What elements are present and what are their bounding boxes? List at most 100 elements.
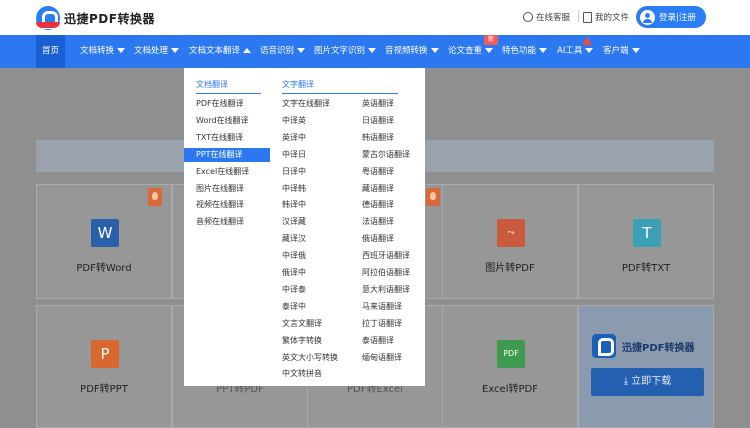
chevron-down-icon xyxy=(368,48,377,53)
new-badge: 新 xyxy=(484,35,498,45)
header-divider xyxy=(578,10,579,22)
dropdown-menu-item[interactable]: 粤语翻译 xyxy=(350,165,425,179)
file-icon xyxy=(583,11,592,23)
nav-speech-label: 语音识别 xyxy=(260,46,295,56)
nav-av-convert[interactable]: 音视频转换 xyxy=(385,35,439,68)
dropdown-menu-item[interactable]: 蒙古尔语翻译 xyxy=(350,148,425,162)
tool-card-pdf-to-txt[interactable]: T PDF转TXT xyxy=(578,184,714,299)
dropdown-menu-item[interactable]: 韩语翻译 xyxy=(350,131,425,145)
heading-underline xyxy=(196,93,261,94)
top-header: 迅捷PDF转换器 在线客服 我的文件 登录|注册 xyxy=(0,0,750,35)
dropdown-menu-item[interactable]: 中译韩 xyxy=(270,182,350,196)
dropdown-menu-item[interactable]: 俄译中 xyxy=(270,266,350,280)
download-promo: 迅捷PDF转换器 ⤓ 立即下载 xyxy=(578,305,714,428)
user-avatar-icon xyxy=(640,9,655,25)
tool-card-image-to-pdf[interactable]: ⤳ 图片转PDF xyxy=(442,184,578,299)
nav-features-label: 特色功能 xyxy=(502,46,537,56)
login-register-button[interactable]: 登录|注册 xyxy=(636,6,706,28)
nav-image-ocr-label: 图片文字识别 xyxy=(314,46,366,56)
dropdown-menu-item[interactable]: 中译泰 xyxy=(270,283,350,297)
nav-home[interactable]: 首页 xyxy=(36,35,66,68)
dropdown-menu-item[interactable]: TXT在线翻译 xyxy=(184,131,270,145)
dropdown-menu-item[interactable]: 缅甸语翻译 xyxy=(350,351,425,365)
tool-card-pdf-to-ppt[interactable]: P PDF转PPT xyxy=(36,305,172,428)
heading-underline xyxy=(282,93,398,94)
main-nav: 首页 文档转换 文档处理 文档文本翻译 语音识别 图片文字识别 音视频转换 论文… xyxy=(0,35,750,68)
my-files-link[interactable]: 我的文件 xyxy=(583,11,629,23)
dropdown-menu-item[interactable]: 汉译藏 xyxy=(270,215,350,229)
dropdown-menu-item[interactable]: Word在线翻译 xyxy=(184,114,270,128)
nav-client[interactable]: 客户端 xyxy=(603,35,640,68)
dropdown-menu-item[interactable]: 西班牙语翻译 xyxy=(350,249,425,263)
headset-icon xyxy=(523,12,533,22)
doc-translate-heading: 文档翻译 xyxy=(196,80,228,89)
translate-dropdown-menu: 文档翻译 文字翻译 PDF在线翻译 Word在线翻译 TXT在线翻译 PPT在线翻译 E… xyxy=(184,68,425,386)
dropdown-menu-item[interactable]: 英文大小写转换 xyxy=(270,351,350,365)
my-files-label: 我的文件 xyxy=(595,13,630,23)
chevron-down-icon xyxy=(297,48,306,53)
dropdown-menu-item[interactable]: 音频在线翻译 xyxy=(184,215,270,229)
nav-doc-translate[interactable]: 文档文本翻译 xyxy=(189,35,252,68)
nav-doc-process[interactable]: 文档处理 xyxy=(134,35,180,68)
tool-card-label: Excel转PDF xyxy=(482,384,538,395)
tool-card-excel-to-pdf[interactable]: PDF Excel转PDF xyxy=(442,305,578,428)
word-icon: W xyxy=(91,219,119,247)
nav-av-convert-label: 音视频转换 xyxy=(385,46,428,56)
nav-speech-recognition[interactable]: 语音识别 xyxy=(260,35,306,68)
dropdown-menu-item[interactable]: 韩译中 xyxy=(270,198,350,212)
dropdown-menu-item[interactable]: 德语翻译 xyxy=(350,198,425,212)
dropdown-menu-item[interactable]: 视频在线翻译 xyxy=(184,198,270,212)
download-label: 立即下载 xyxy=(631,376,672,387)
online-support-link[interactable]: 在线客服 xyxy=(523,11,570,23)
dropdown-menu-item[interactable]: 藏语翻译 xyxy=(350,182,425,196)
dropdown-menu-item[interactable]: 日译中 xyxy=(270,165,350,179)
dropdown-menu-item[interactable]: 日语翻译 xyxy=(350,114,425,128)
tool-card-pdf-to-word[interactable]: W PDF转Word xyxy=(36,184,172,299)
nav-features[interactable]: 特色功能 xyxy=(502,35,548,68)
nav-doc-convert[interactable]: 文档转换 xyxy=(80,35,126,68)
tool-card-label: 图片转PDF xyxy=(485,263,535,274)
chevron-down-icon xyxy=(539,48,548,53)
dropdown-menu-item[interactable]: 俄语翻译 xyxy=(350,232,425,246)
chevron-down-icon xyxy=(430,48,439,53)
pdf-file-icon: ⤳ xyxy=(497,219,525,247)
excel-pdf-icon: PDF xyxy=(497,340,525,368)
download-button[interactable]: ⤓ 立即下载 xyxy=(591,368,704,396)
dropdown-menu-item[interactable]: 阿拉伯语翻译 xyxy=(350,266,425,280)
dropdown-menu-item[interactable]: 文言文翻译 xyxy=(270,317,350,331)
app-logo-icon xyxy=(592,334,616,358)
dropdown-menu-item[interactable]: 文字在线翻译 xyxy=(270,97,350,111)
dropdown-menu-item[interactable]: 藏译汉 xyxy=(270,232,350,246)
tool-card-label: PDF转PPT xyxy=(80,384,128,395)
app-logo-text[interactable]: 迅捷PDF转换器 xyxy=(64,10,155,27)
nav-image-ocr[interactable]: 图片文字识别 xyxy=(314,35,377,68)
dropdown-menu-item[interactable]: Excel在线翻译 xyxy=(184,165,270,179)
hot-flame-icon xyxy=(426,188,440,206)
nav-doc-process-label: 文档处理 xyxy=(134,46,169,56)
dropdown-menu-item[interactable]: PDF在线翻译 xyxy=(184,97,270,111)
dropdown-menu-item[interactable]: 泰语翻译 xyxy=(350,334,425,348)
dropdown-menu-item[interactable]: 马来语翻译 xyxy=(350,300,425,314)
dropdown-menu-item[interactable]: 泰译中 xyxy=(270,300,350,314)
dropdown-menu-item[interactable]: 意大利语翻译 xyxy=(350,283,425,297)
login-register-label: 登录|注册 xyxy=(659,13,696,23)
chevron-down-icon xyxy=(117,48,126,53)
dropdown-menu-item[interactable]: 英译中 xyxy=(270,131,350,145)
chevron-down-icon xyxy=(585,48,594,53)
dropdown-menu-item[interactable]: 中译英 xyxy=(270,114,350,128)
dropdown-menu-item[interactable]: 法语翻译 xyxy=(350,215,425,229)
dropdown-menu-item[interactable]: 繁体字转换 xyxy=(270,334,350,348)
tool-card-label: PDF转Word xyxy=(76,263,132,274)
chevron-down-icon xyxy=(171,48,180,53)
dropdown-menu-item[interactable]: 中译俄 xyxy=(270,249,350,263)
online-support-label: 在线客服 xyxy=(536,13,571,23)
dropdown-menu-item[interactable]: 中译日 xyxy=(270,148,350,162)
dropdown-menu-item[interactable]: 中文转拼音 xyxy=(270,367,350,381)
dropdown-menu-item[interactable]: 英语翻译 xyxy=(350,97,425,111)
nav-paper-check-label: 论文查重 xyxy=(448,46,483,56)
dropdown-menu-item[interactable]: PPT在线翻译 xyxy=(184,147,270,162)
app-logo-icon[interactable] xyxy=(36,6,60,30)
dropdown-menu-item[interactable]: 拉丁语翻译 xyxy=(350,317,425,331)
dropdown-menu-item[interactable]: 图片在线翻译 xyxy=(184,182,270,196)
chevron-down-icon xyxy=(631,48,640,53)
